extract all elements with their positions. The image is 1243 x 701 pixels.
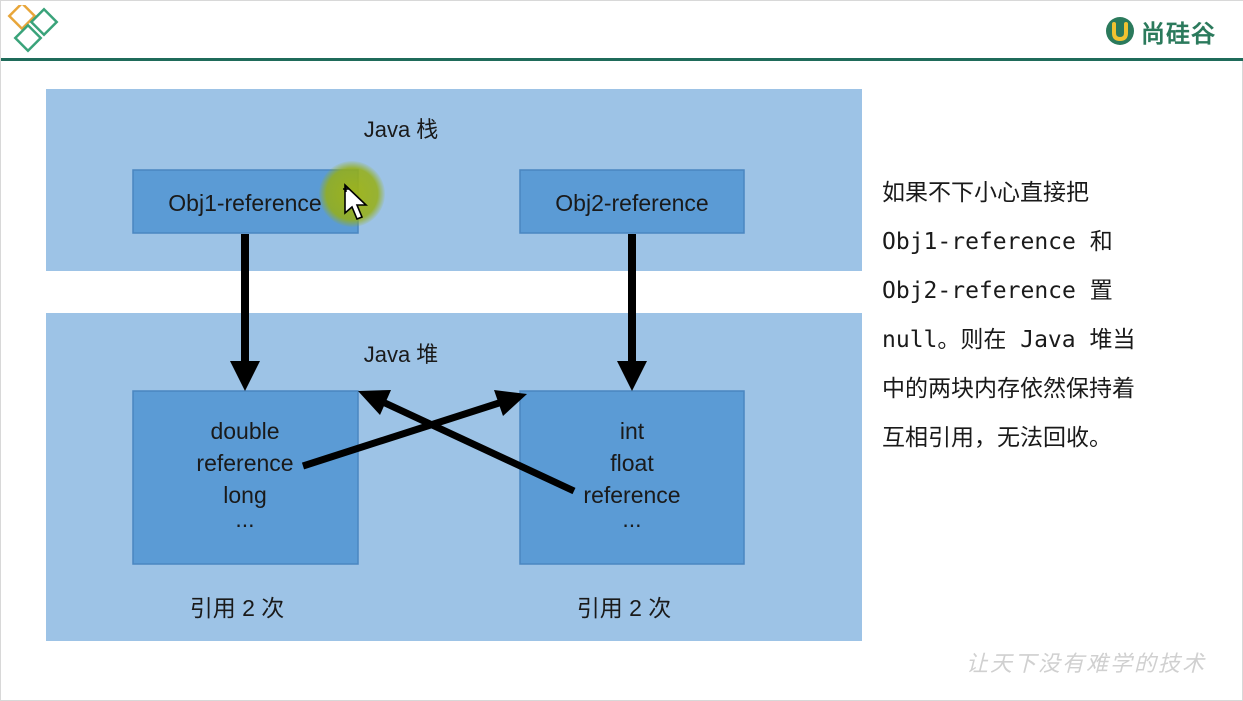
heap-object-2-field: int <box>620 418 645 444</box>
obj2-reference-label: Obj2-reference <box>555 190 708 216</box>
explanation-line: Obj2-reference 置 <box>882 278 1113 304</box>
explanation-line: 如果不下小心直接把 <box>882 180 1089 206</box>
obj1-reference-label: Obj1-reference <box>168 190 321 216</box>
move-cursor-icon <box>343 183 368 221</box>
explanation-line: 互相引用，无法回收。 <box>882 425 1112 451</box>
explanation-line: 中的两块内存依然保持着 <box>882 376 1135 402</box>
heap-object-2-ref-count: 引用 2 次 <box>577 595 672 621</box>
explanation-line: Obj1-reference 和 <box>882 229 1113 255</box>
heap-object-2-box <box>519 390 745 565</box>
java-stack-label: Java 栈 <box>364 117 439 142</box>
java-heap-label: Java 堆 <box>364 342 439 367</box>
footer-watermark: 让天下没有难学的技术 <box>965 652 1206 677</box>
heap-object-1-field: double <box>210 418 279 444</box>
slide: 尚硅谷 Java 栈 Obj1-reference Obj2-reference… <box>0 0 1243 701</box>
heap-object-2-field: ... <box>622 506 641 532</box>
heap-object-1-ref-count: 引用 2 次 <box>190 595 285 621</box>
heap-object-1-field: ... <box>235 506 254 532</box>
heap-object-1-field: reference <box>196 450 293 476</box>
explanation-text: 如果不下小心直接把 Obj1-reference 和 Obj2-referenc… <box>882 169 1212 463</box>
heap-object-2-field: reference <box>583 482 680 508</box>
heap-object-1-box <box>132 390 359 565</box>
heap-object-2-field: float <box>610 450 654 476</box>
explanation-line: null。则在 Java 堆当 <box>882 327 1136 353</box>
heap-object-1-field: long <box>223 482 266 508</box>
